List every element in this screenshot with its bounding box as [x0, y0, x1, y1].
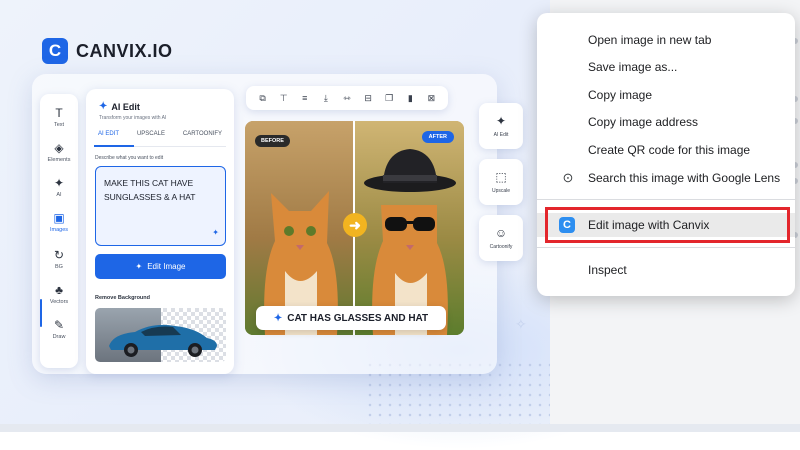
context-menu: Open image in new tab Save image as... C…	[537, 13, 795, 296]
tool-label: Text	[53, 122, 65, 128]
menu-item-copy-image[interactable]: Copy image	[537, 84, 795, 106]
side-tool-label: AI Edit	[493, 132, 509, 138]
refresh-icon: ↻	[53, 248, 65, 262]
cat-before-illustration	[264, 191, 338, 335]
tool-label: Draw	[52, 334, 66, 340]
copy-icon[interactable]: ⧉	[256, 93, 270, 104]
tool-label: Images	[49, 227, 69, 233]
panel-tabs: AI EDIT UPSCALE CARTOONIFY	[94, 131, 226, 145]
caption-text: CAT HAS GLASSES AND HAT	[287, 312, 429, 324]
tool-text[interactable]: T Text	[40, 100, 78, 134]
google-lens-icon: ⊙	[562, 170, 574, 185]
panel-title-text: AI Edit	[111, 101, 140, 112]
ai-edit-panel: ✦ AI Edit Transform your images with AI …	[86, 89, 234, 374]
menu-separator	[537, 199, 795, 200]
menu-item-open-image-new-tab[interactable]: Open image in new tab	[537, 29, 795, 51]
tool-label: Vectors	[49, 299, 69, 305]
side-tool-ai-edit[interactable]: ✦ AI Edit	[479, 103, 523, 149]
sparkle-icon: ✦	[99, 101, 108, 112]
menu-item-label: Search this image with Google Lens	[588, 171, 781, 185]
car-image	[109, 324, 217, 357]
tool-label: BG	[55, 264, 63, 270]
tool-images[interactable]: ▣ Images	[40, 205, 78, 239]
bottom-edge	[0, 424, 800, 432]
menu-item-label: Copy image	[588, 88, 653, 102]
side-tool-cartoonify[interactable]: ☺ Cartoonify	[479, 215, 523, 261]
image-toolbar: ⧉ ⊤ ≡ ⤓ ⇿ ⊟ ❐ ▮ ⊠	[246, 86, 448, 110]
tool-sidebar: T Text ◈ Elements ✦ AI ▣ Images ↻ BG ♣ V…	[40, 94, 78, 368]
tool-vectors[interactable]: ♣ Vectors	[40, 277, 78, 311]
side-tool-label: Upscale	[491, 188, 511, 194]
sparkle-icon: ✦	[273, 312, 283, 324]
side-tool-label: Cartoonify	[489, 244, 513, 250]
edit-image-button[interactable]: ✦ Edit Image	[95, 254, 226, 279]
align-icon[interactable]: ≡	[298, 93, 312, 103]
prompt-text: MAKE THIS CAT HAVE SUNGLASSES & A HAT	[104, 178, 196, 202]
crop-icon[interactable]: ⊟	[361, 93, 375, 104]
before-badge: BEFORE	[255, 135, 290, 147]
before-after-image[interactable]: BEFORE AFTER ➜	[245, 121, 464, 335]
logo-mark: C	[42, 38, 68, 64]
active-tab-underline	[94, 145, 134, 147]
after-image	[355, 121, 464, 335]
tool-ai[interactable]: ✦ AI	[40, 170, 78, 204]
delete-icon[interactable]: ▮	[403, 93, 417, 104]
image-icon: ▣	[53, 211, 65, 225]
smiley-icon: ☺	[494, 226, 508, 240]
tab-upscale[interactable]: UPSCALE	[133, 131, 169, 145]
tab-cartoonify[interactable]: CARTOONIFY	[179, 131, 226, 145]
result-caption: ✦ CAT HAS GLASSES AND HAT	[256, 306, 446, 330]
prompt-label: Describe what you want to edit	[95, 155, 164, 161]
tool-label: AI	[56, 192, 62, 198]
flip-icon[interactable]: ⇿	[340, 93, 354, 104]
menu-separator	[537, 247, 795, 248]
upscale-icon: ⬚	[495, 170, 507, 184]
sparkle-icon: ✦	[135, 262, 143, 271]
magic-wand-icon[interactable]: ✦	[212, 226, 219, 240]
edit-image-label: Edit Image	[147, 262, 186, 271]
tool-draw[interactable]: ✎ Draw	[40, 312, 78, 346]
menu-item-inspect[interactable]: Inspect	[537, 259, 795, 281]
remove-background-preview[interactable]	[95, 308, 226, 362]
brand-logo: C CANVIX.IO	[42, 38, 173, 64]
menu-item-label: Copy image address	[588, 115, 699, 129]
tool-label: Elements	[47, 157, 71, 163]
panel-title: ✦ AI Edit	[99, 101, 140, 112]
brand-name: CANVIX.IO	[76, 40, 173, 61]
menu-item-label: Open image in new tab	[588, 33, 712, 47]
duplicate-icon[interactable]: ❐	[382, 93, 396, 104]
shapes-icon: ♣	[55, 283, 63, 297]
cat-after-illustration	[364, 149, 456, 335]
prompt-input[interactable]: MAKE THIS CAT HAVE SUNGLASSES & A HAT ✦	[95, 166, 226, 246]
before-image	[245, 121, 354, 335]
menu-item-label: Save image as...	[588, 60, 678, 74]
pencil-icon: ✎	[53, 318, 65, 332]
magic-wand-icon: ✦	[495, 114, 507, 128]
download-icon[interactable]: ⤓	[319, 93, 333, 104]
lock-icon[interactable]: ⊠	[424, 93, 438, 104]
remove-background-label: Remove Background	[95, 295, 151, 301]
tab-ai-edit[interactable]: AI EDIT	[94, 131, 123, 145]
side-tool-upscale[interactable]: ⬚ Upscale	[479, 159, 523, 205]
text-align-icon[interactable]: ⊤	[277, 93, 291, 104]
menu-item-label: Inspect	[588, 263, 627, 277]
menu-item-label: Create QR code for this image	[588, 143, 751, 157]
tool-elements[interactable]: ◈ Elements	[40, 135, 78, 169]
menu-item-create-qr-code[interactable]: Create QR code for this image	[537, 139, 795, 161]
sparkle-decoration-icon: ✧	[515, 316, 527, 332]
highlight-box	[545, 207, 790, 243]
after-badge: AFTER	[421, 131, 454, 143]
menu-item-search-google-lens[interactable]: ⊙ Search this image with Google Lens	[537, 167, 795, 189]
panel-subtitle: Transform your images with AI	[99, 115, 167, 121]
menu-item-copy-image-address[interactable]: Copy image address	[537, 111, 795, 133]
magic-wand-icon: ✦	[53, 176, 65, 190]
arrow-right-icon: ➜	[343, 213, 367, 237]
text-icon: T	[55, 106, 63, 120]
layers-icon: ◈	[54, 141, 64, 155]
tool-bg[interactable]: ↻ BG	[40, 242, 78, 276]
menu-item-save-image-as[interactable]: Save image as...	[537, 56, 795, 78]
